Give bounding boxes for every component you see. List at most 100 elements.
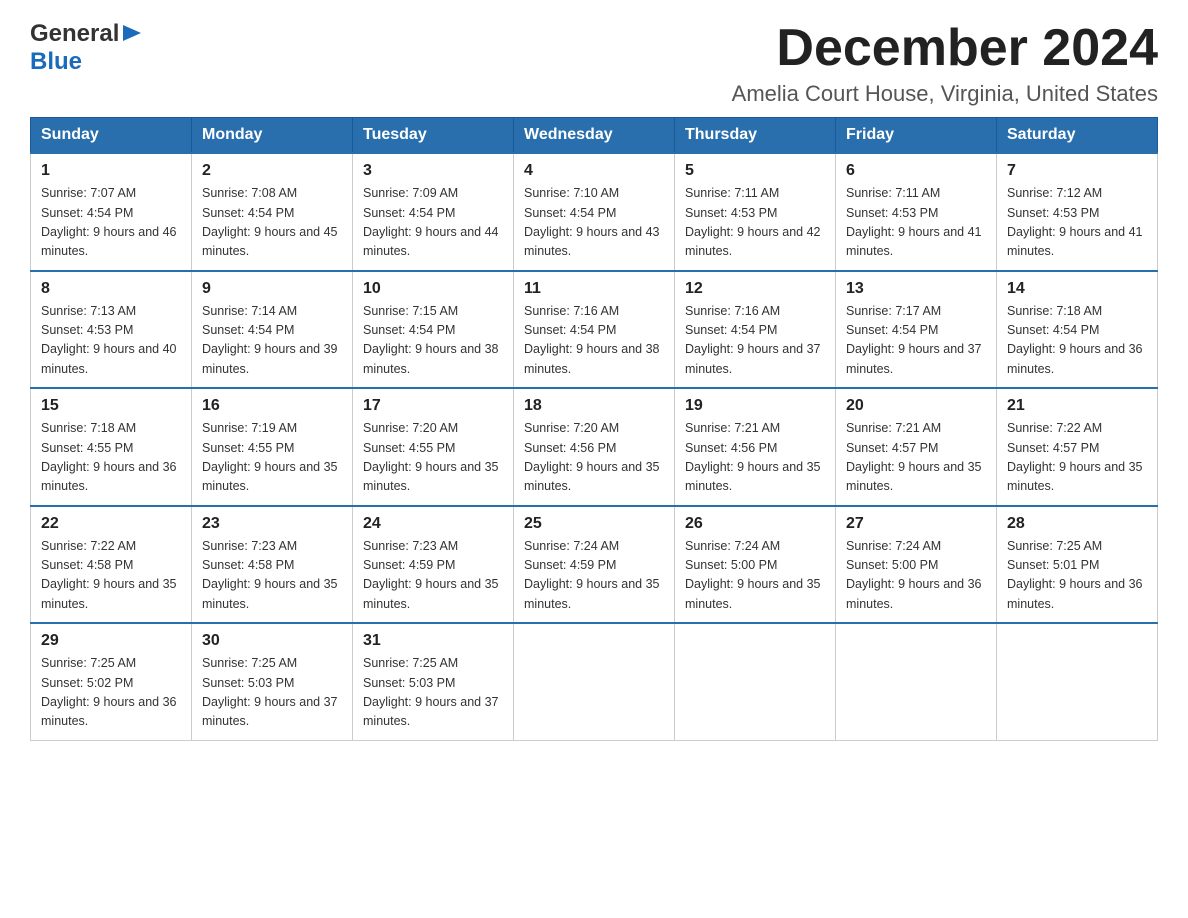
weekday-header-thursday: Thursday [675,118,836,154]
calendar-day-cell: 23 Sunrise: 7:23 AMSunset: 4:58 PMDaylig… [192,506,353,624]
day-number: 20 [846,397,986,415]
day-info: Sunrise: 7:10 AMSunset: 4:54 PMDaylight:… [524,186,660,258]
calendar-day-cell: 9 Sunrise: 7:14 AMSunset: 4:54 PMDayligh… [192,271,353,389]
day-info: Sunrise: 7:07 AMSunset: 4:54 PMDaylight:… [41,186,177,258]
day-info: Sunrise: 7:22 AMSunset: 4:57 PMDaylight:… [1007,421,1143,493]
day-info: Sunrise: 7:16 AMSunset: 4:54 PMDaylight:… [685,304,821,376]
day-info: Sunrise: 7:15 AMSunset: 4:54 PMDaylight:… [363,304,499,376]
day-info: Sunrise: 7:23 AMSunset: 4:58 PMDaylight:… [202,539,338,611]
calendar-day-cell: 25 Sunrise: 7:24 AMSunset: 4:59 PMDaylig… [514,506,675,624]
calendar-day-cell: 2 Sunrise: 7:08 AMSunset: 4:54 PMDayligh… [192,153,353,271]
weekday-header-wednesday: Wednesday [514,118,675,154]
calendar-day-cell: 4 Sunrise: 7:10 AMSunset: 4:54 PMDayligh… [514,153,675,271]
day-info: Sunrise: 7:13 AMSunset: 4:53 PMDaylight:… [41,304,177,376]
calendar-day-cell: 17 Sunrise: 7:20 AMSunset: 4:55 PMDaylig… [353,388,514,506]
day-info: Sunrise: 7:11 AMSunset: 4:53 PMDaylight:… [846,186,982,258]
calendar-day-cell: 27 Sunrise: 7:24 AMSunset: 5:00 PMDaylig… [836,506,997,624]
day-number: 23 [202,515,342,533]
day-number: 22 [41,515,181,533]
day-info: Sunrise: 7:25 AMSunset: 5:03 PMDaylight:… [202,656,338,728]
calendar-day-cell: 22 Sunrise: 7:22 AMSunset: 4:58 PMDaylig… [31,506,192,624]
day-number: 21 [1007,397,1147,415]
day-number: 26 [685,515,825,533]
day-number: 10 [363,280,503,298]
day-number: 11 [524,280,664,298]
calendar-week-row: 29 Sunrise: 7:25 AMSunset: 5:02 PMDaylig… [31,623,1158,740]
day-number: 2 [202,162,342,180]
day-number: 25 [524,515,664,533]
calendar-day-cell: 28 Sunrise: 7:25 AMSunset: 5:01 PMDaylig… [997,506,1158,624]
day-info: Sunrise: 7:21 AMSunset: 4:57 PMDaylight:… [846,421,982,493]
calendar-day-cell: 19 Sunrise: 7:21 AMSunset: 4:56 PMDaylig… [675,388,836,506]
day-number: 29 [41,632,181,650]
day-number: 6 [846,162,986,180]
calendar-day-cell [997,623,1158,740]
day-info: Sunrise: 7:20 AMSunset: 4:55 PMDaylight:… [363,421,499,493]
day-number: 17 [363,397,503,415]
calendar-day-cell [836,623,997,740]
day-number: 30 [202,632,342,650]
day-info: Sunrise: 7:22 AMSunset: 4:58 PMDaylight:… [41,539,177,611]
weekday-header-sunday: Sunday [31,118,192,154]
day-info: Sunrise: 7:08 AMSunset: 4:54 PMDaylight:… [202,186,338,258]
day-number: 24 [363,515,503,533]
day-info: Sunrise: 7:17 AMSunset: 4:54 PMDaylight:… [846,304,982,376]
day-info: Sunrise: 7:11 AMSunset: 4:53 PMDaylight:… [685,186,821,258]
weekday-header-saturday: Saturday [997,118,1158,154]
calendar-day-cell: 30 Sunrise: 7:25 AMSunset: 5:03 PMDaylig… [192,623,353,740]
calendar-day-cell: 21 Sunrise: 7:22 AMSunset: 4:57 PMDaylig… [997,388,1158,506]
day-info: Sunrise: 7:24 AMSunset: 4:59 PMDaylight:… [524,539,660,611]
calendar-day-cell: 14 Sunrise: 7:18 AMSunset: 4:54 PMDaylig… [997,271,1158,389]
logo-arrow-icon [121,23,143,43]
day-info: Sunrise: 7:23 AMSunset: 4:59 PMDaylight:… [363,539,499,611]
day-info: Sunrise: 7:25 AMSunset: 5:02 PMDaylight:… [41,656,177,728]
day-info: Sunrise: 7:24 AMSunset: 5:00 PMDaylight:… [685,539,821,611]
calendar-day-cell: 18 Sunrise: 7:20 AMSunset: 4:56 PMDaylig… [514,388,675,506]
calendar-day-cell: 16 Sunrise: 7:19 AMSunset: 4:55 PMDaylig… [192,388,353,506]
calendar-day-cell: 24 Sunrise: 7:23 AMSunset: 4:59 PMDaylig… [353,506,514,624]
location-subtitle: Amelia Court House, Virginia, United Sta… [732,81,1158,107]
calendar-day-cell: 6 Sunrise: 7:11 AMSunset: 4:53 PMDayligh… [836,153,997,271]
calendar-day-cell: 29 Sunrise: 7:25 AMSunset: 5:02 PMDaylig… [31,623,192,740]
calendar-day-cell: 11 Sunrise: 7:16 AMSunset: 4:54 PMDaylig… [514,271,675,389]
day-number: 1 [41,162,181,180]
calendar-day-cell: 8 Sunrise: 7:13 AMSunset: 4:53 PMDayligh… [31,271,192,389]
day-info: Sunrise: 7:16 AMSunset: 4:54 PMDaylight:… [524,304,660,376]
day-number: 16 [202,397,342,415]
calendar-day-cell: 5 Sunrise: 7:11 AMSunset: 4:53 PMDayligh… [675,153,836,271]
calendar-day-cell: 1 Sunrise: 7:07 AMSunset: 4:54 PMDayligh… [31,153,192,271]
calendar-day-cell [514,623,675,740]
logo: General Blue [30,20,143,76]
day-number: 9 [202,280,342,298]
month-year-title: December 2024 [732,20,1158,77]
day-info: Sunrise: 7:14 AMSunset: 4:54 PMDaylight:… [202,304,338,376]
day-number: 4 [524,162,664,180]
weekday-header-tuesday: Tuesday [353,118,514,154]
day-info: Sunrise: 7:25 AMSunset: 5:03 PMDaylight:… [363,656,499,728]
calendar-day-cell: 10 Sunrise: 7:15 AMSunset: 4:54 PMDaylig… [353,271,514,389]
weekday-header-monday: Monday [192,118,353,154]
day-number: 31 [363,632,503,650]
title-area: December 2024 Amelia Court House, Virgin… [732,20,1158,107]
calendar-day-cell: 26 Sunrise: 7:24 AMSunset: 5:00 PMDaylig… [675,506,836,624]
day-number: 8 [41,280,181,298]
day-info: Sunrise: 7:18 AMSunset: 4:54 PMDaylight:… [1007,304,1143,376]
weekday-header-friday: Friday [836,118,997,154]
day-info: Sunrise: 7:24 AMSunset: 5:00 PMDaylight:… [846,539,982,611]
day-number: 19 [685,397,825,415]
calendar-table: SundayMondayTuesdayWednesdayThursdayFrid… [30,117,1158,741]
day-info: Sunrise: 7:25 AMSunset: 5:01 PMDaylight:… [1007,539,1143,611]
calendar-day-cell: 12 Sunrise: 7:16 AMSunset: 4:54 PMDaylig… [675,271,836,389]
day-number: 12 [685,280,825,298]
day-info: Sunrise: 7:19 AMSunset: 4:55 PMDaylight:… [202,421,338,493]
calendar-day-cell: 13 Sunrise: 7:17 AMSunset: 4:54 PMDaylig… [836,271,997,389]
day-number: 3 [363,162,503,180]
calendar-week-row: 22 Sunrise: 7:22 AMSunset: 4:58 PMDaylig… [31,506,1158,624]
day-number: 13 [846,280,986,298]
day-info: Sunrise: 7:12 AMSunset: 4:53 PMDaylight:… [1007,186,1143,258]
calendar-week-row: 8 Sunrise: 7:13 AMSunset: 4:53 PMDayligh… [31,271,1158,389]
day-number: 27 [846,515,986,533]
day-info: Sunrise: 7:18 AMSunset: 4:55 PMDaylight:… [41,421,177,493]
day-number: 28 [1007,515,1147,533]
day-number: 15 [41,397,181,415]
